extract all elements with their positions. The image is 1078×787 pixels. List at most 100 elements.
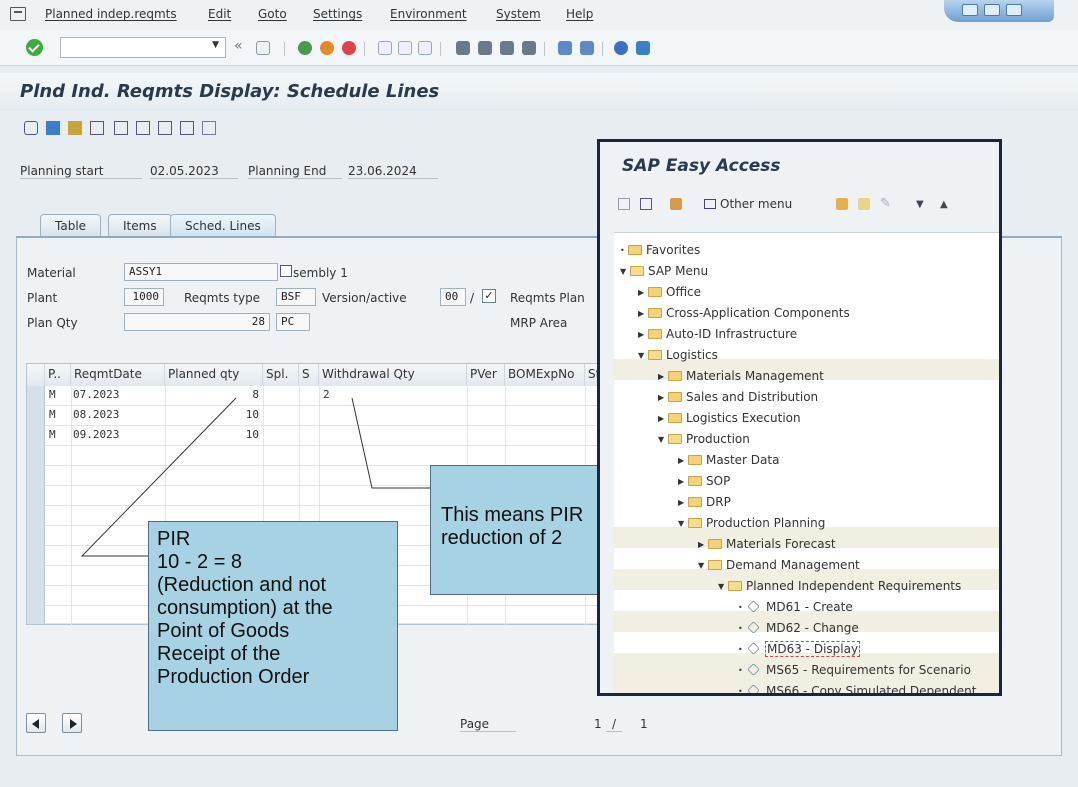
command-input[interactable] bbox=[61, 38, 201, 57]
row-selector[interactable] bbox=[27, 426, 45, 446]
menu-icon[interactable] bbox=[618, 198, 630, 210]
layout-icon[interactable] bbox=[636, 41, 650, 55]
plant-field[interactable]: 1000 bbox=[124, 288, 164, 306]
callout-line: PIR bbox=[157, 528, 191, 550]
tab-sched-lines[interactable]: Sched. Lines bbox=[170, 214, 276, 237]
column-header-s[interactable]: S bbox=[299, 364, 319, 386]
paste-icon[interactable] bbox=[180, 121, 194, 135]
folder-open-icon bbox=[708, 560, 722, 570]
scroll-left-button[interactable] bbox=[26, 713, 46, 733]
column-header-p[interactable]: P.. bbox=[45, 364, 71, 386]
hierarchy-icon bbox=[704, 199, 716, 209]
back-icon[interactable] bbox=[298, 41, 312, 55]
chevron-down-icon[interactable]: ▼ bbox=[212, 40, 219, 50]
column-header-bomexpno[interactable]: BOMExpNo bbox=[505, 364, 585, 386]
cancel-icon[interactable] bbox=[342, 41, 356, 55]
close-icon[interactable] bbox=[1006, 4, 1022, 16]
table-row[interactable]: M 07.2023 8 2 bbox=[27, 386, 607, 406]
menu-edit[interactable]: Edit bbox=[208, 7, 231, 21]
menu-bar: Planned indep.reqmts Edit Goto Settings … bbox=[0, 0, 1078, 30]
add-favorite-icon[interactable] bbox=[836, 198, 848, 210]
print-icon[interactable] bbox=[378, 41, 392, 55]
enter-check-icon[interactable] bbox=[26, 39, 43, 56]
version-field[interactable]: 00 bbox=[440, 288, 466, 306]
maximize-icon[interactable] bbox=[984, 4, 1000, 16]
folder-icon bbox=[688, 455, 702, 465]
print-icon[interactable] bbox=[24, 121, 38, 135]
planning-end-label: Planning End bbox=[248, 164, 342, 179]
folder-icon bbox=[688, 497, 702, 507]
menu-environment[interactable]: Environment bbox=[390, 7, 467, 21]
column-header-planned-qty[interactable]: Planned qty bbox=[165, 364, 263, 386]
menu-planned-indep-reqmts[interactable]: Planned indep.reqmts bbox=[45, 7, 177, 21]
column-header-spl[interactable]: Spl. bbox=[263, 364, 299, 386]
callout-line: Receipt of the bbox=[157, 643, 281, 665]
material-field[interactable]: ASSY1 bbox=[124, 263, 278, 281]
copy-icon[interactable] bbox=[158, 121, 172, 135]
table-row-empty[interactable] bbox=[27, 446, 607, 466]
scroll-right-button[interactable] bbox=[62, 713, 82, 733]
folder-open-icon bbox=[630, 266, 644, 276]
minimize-icon[interactable] bbox=[962, 4, 978, 16]
tab-table[interactable]: Table bbox=[40, 214, 102, 237]
chevron-down-icon[interactable]: ▼ bbox=[916, 199, 924, 210]
columns-icon[interactable] bbox=[90, 121, 104, 135]
edit-icon[interactable] bbox=[114, 121, 128, 135]
page-label: Page bbox=[460, 717, 516, 732]
details-icon[interactable] bbox=[202, 121, 216, 135]
table-row[interactable]: M 09.2023 10 bbox=[27, 426, 607, 446]
help-icon[interactable] bbox=[614, 41, 628, 55]
table-row[interactable]: M 08.2023 10 bbox=[27, 406, 607, 426]
info-icon[interactable] bbox=[46, 121, 60, 135]
other-menu-button[interactable]: Other menu bbox=[720, 197, 792, 211]
new-session-icon[interactable] bbox=[558, 41, 572, 55]
cell-p: M bbox=[49, 428, 56, 441]
plan-qty-field[interactable]: 28 bbox=[124, 313, 270, 331]
last-page-icon[interactable] bbox=[522, 41, 536, 55]
menu-system[interactable]: System bbox=[496, 7, 541, 21]
version-label: Version/active bbox=[322, 291, 407, 305]
tab-items[interactable]: Items bbox=[108, 214, 172, 237]
find-icon[interactable] bbox=[398, 41, 412, 55]
column-header-withdrawal-qty[interactable]: Withdrawal Qty bbox=[319, 364, 467, 386]
chevron-up-icon[interactable]: ▲ bbox=[940, 199, 948, 210]
reqmts-type-field[interactable]: BSF bbox=[276, 288, 316, 306]
menu-goto[interactable]: Goto bbox=[258, 7, 287, 21]
shortcut-icon[interactable] bbox=[580, 41, 594, 55]
user-menu-icon[interactable] bbox=[640, 198, 652, 210]
page-title: Plnd Ind. Reqmts Display: Schedule Lines bbox=[20, 81, 440, 102]
menu-settings[interactable]: Settings bbox=[313, 7, 362, 21]
cell-reqmt-date: 09.2023 bbox=[73, 428, 120, 441]
pencil-icon[interactable]: ✎ bbox=[880, 196, 891, 211]
active-checkbox[interactable]: ✓ bbox=[482, 289, 496, 303]
callout-line: (Reduction and not bbox=[157, 574, 327, 596]
find-next-icon[interactable] bbox=[418, 41, 432, 55]
hierarchy-icon[interactable] bbox=[68, 121, 82, 135]
menu-help[interactable]: Help bbox=[566, 7, 593, 21]
select-all-cell[interactable] bbox=[27, 364, 45, 386]
first-page-icon[interactable] bbox=[456, 41, 470, 55]
save-icon[interactable] bbox=[256, 41, 270, 55]
uom-field[interactable]: PC bbox=[276, 313, 310, 331]
reqmts-type-label: Reqmts type bbox=[184, 291, 261, 305]
select-icon[interactable] bbox=[136, 121, 150, 135]
back-arrows-icon[interactable]: « bbox=[234, 38, 243, 54]
command-field[interactable]: ▼ bbox=[60, 37, 226, 58]
cell-p: M bbox=[49, 388, 56, 401]
column-header-pver[interactable]: PVer bbox=[467, 364, 505, 386]
folder-icon bbox=[668, 392, 682, 402]
copy-icon[interactable] bbox=[280, 265, 292, 277]
favorites-icon[interactable] bbox=[670, 198, 682, 210]
page-current: 1 bbox=[594, 717, 602, 731]
row-selector[interactable] bbox=[27, 406, 45, 426]
cell-reqmt-date: 07.2023 bbox=[73, 388, 120, 401]
row-selector[interactable] bbox=[27, 386, 45, 406]
exit-icon[interactable] bbox=[320, 41, 334, 55]
next-page-icon[interactable] bbox=[500, 41, 514, 55]
menu-icon[interactable] bbox=[10, 7, 26, 21]
column-header-reqmt-date[interactable]: ReqmtDate bbox=[71, 364, 165, 386]
folder-open-icon bbox=[648, 350, 662, 360]
material-label: Material bbox=[27, 266, 76, 280]
delete-favorite-icon[interactable] bbox=[858, 198, 870, 210]
previous-page-icon[interactable] bbox=[478, 41, 492, 55]
